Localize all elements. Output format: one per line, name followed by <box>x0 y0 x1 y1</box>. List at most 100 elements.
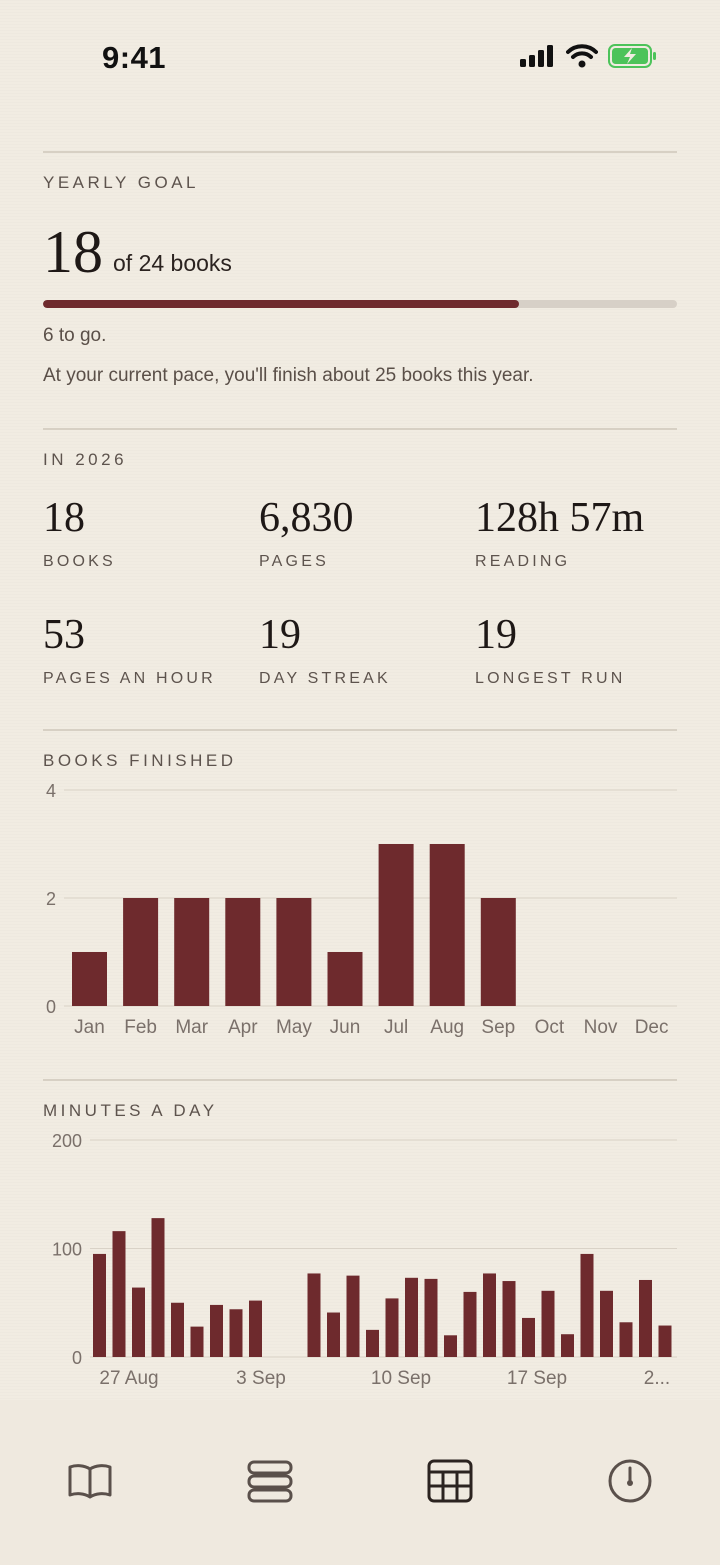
stat-label: PAGES <box>259 553 329 570</box>
tab-stats[interactable] <box>425 1458 475 1509</box>
stat-value: 6,830 <box>259 495 354 541</box>
bar <box>225 898 261 1006</box>
tab-library[interactable] <box>65 1460 115 1506</box>
y-tick-label: 0 <box>46 997 56 1017</box>
stat-label: PAGES AN HOUR <box>43 670 216 687</box>
bar <box>327 1312 340 1357</box>
x-tick-label: Jul <box>384 1017 408 1038</box>
bar <box>600 1290 613 1357</box>
book-icon <box>66 1461 114 1506</box>
bar <box>483 1273 496 1357</box>
yearly-goal-label: YEARLY GOAL <box>43 173 199 192</box>
stat-pages: 6,830 PAGES <box>259 497 354 571</box>
bar <box>541 1290 555 1357</box>
tab-timer[interactable] <box>605 1458 655 1509</box>
y-tick-label: 2 <box>46 889 56 909</box>
bar <box>378 844 414 1006</box>
grid-icon <box>426 1458 474 1509</box>
x-tick-label: Mar <box>175 1017 208 1038</box>
bar <box>307 1273 321 1357</box>
tab-bar <box>0 1400 720 1565</box>
bar <box>276 898 312 1006</box>
bar <box>639 1279 652 1357</box>
books-finished-label: BOOKS FINISHED <box>43 751 237 770</box>
bar <box>385 1298 399 1357</box>
stats-year-label: IN 2026 <box>43 450 128 469</box>
bar <box>346 1275 360 1357</box>
minutes-a-day-chart: 0 100 200 27 Aug 3 Sep 10 Sep 17 Sep 2... <box>52 1131 677 1389</box>
x-tick-label: May <box>276 1017 312 1038</box>
bar <box>480 898 516 1006</box>
bar <box>405 1277 418 1357</box>
bar <box>658 1325 672 1357</box>
stat-books: 18 BOOKS <box>43 497 116 571</box>
bar <box>580 1253 594 1357</box>
bar <box>123 898 159 1006</box>
progress-fill <box>43 300 519 308</box>
x-tick-label: 17 Sep <box>507 1368 567 1389</box>
status-bar: 9:41 <box>0 0 720 110</box>
stat-label: BOOKS <box>43 553 116 570</box>
divider <box>43 729 677 731</box>
yearly-goal-progress-bar <box>43 300 677 308</box>
bar <box>210 1304 223 1357</box>
wifi-icon <box>566 44 598 73</box>
x-tick-label: Oct <box>535 1017 565 1038</box>
bar <box>424 1278 438 1357</box>
yearly-goal-target: of 24 books <box>113 250 232 276</box>
battery-charging-icon <box>608 44 658 73</box>
stat-label: LONGEST RUN <box>475 670 626 687</box>
timer-icon <box>606 1458 654 1509</box>
x-tick-label: Feb <box>124 1017 157 1038</box>
bar <box>93 1253 106 1357</box>
cellular-signal-icon <box>520 45 556 72</box>
goal-remaining: 6 to go. <box>43 325 107 346</box>
bar <box>190 1326 204 1357</box>
bar <box>366 1329 379 1357</box>
divider <box>43 151 677 153</box>
y-tick-label: 0 <box>72 1348 82 1368</box>
bar <box>72 952 107 1006</box>
x-tick-label: Jan <box>74 1017 105 1038</box>
stat-longest-run: 19 LONGEST RUN <box>475 614 625 688</box>
bar <box>561 1334 574 1357</box>
stat-value: 19 <box>475 612 517 658</box>
x-tick-label: Nov <box>584 1017 618 1038</box>
x-tick-label: 3 Sep <box>236 1368 286 1389</box>
stat-day-streak: 19 DAY STREAK <box>259 614 391 688</box>
divider <box>43 1079 677 1081</box>
bar <box>444 1335 457 1357</box>
x-tick-label: 2... <box>644 1368 670 1389</box>
bar <box>229 1309 243 1357</box>
bar <box>429 844 465 1006</box>
stat-label: READING <box>475 553 571 570</box>
x-tick-label: Sep <box>481 1017 515 1038</box>
x-tick-label: Jun <box>330 1017 361 1038</box>
y-tick-label: 200 <box>52 1131 82 1151</box>
tab-shelves[interactable] <box>245 1460 295 1506</box>
y-tick-label: 100 <box>52 1240 82 1260</box>
yearly-goal-count: 18 <box>43 219 103 285</box>
stat-pages-an-hour: 53 PAGES AN HOUR <box>43 614 216 688</box>
stack-icon <box>246 1459 294 1508</box>
minutes-a-day-label: MINUTES A DAY <box>43 1101 218 1120</box>
status-time: 9:41 <box>102 40 167 75</box>
x-tick-label: Aug <box>430 1017 464 1038</box>
bar <box>522 1317 535 1357</box>
stat-value: 128h 57m <box>475 495 645 541</box>
bar <box>327 952 363 1006</box>
books-finished-chart: 0 2 4 Jan Feb Mar Apr May Jun Jul Aug Sep Oct Nov Dec <box>46 781 677 1038</box>
goal-pace: At your current pace, you'll finish abou… <box>43 365 534 386</box>
stat-label: DAY STREAK <box>259 670 391 687</box>
bar <box>171 1302 184 1357</box>
y-tick-label: 4 <box>46 781 56 801</box>
bar <box>502 1281 516 1357</box>
bar <box>132 1287 145 1357</box>
stat-value: 53 <box>43 612 85 658</box>
divider <box>43 428 677 430</box>
stat-value: 18 <box>43 495 85 541</box>
status-icons <box>520 44 658 73</box>
stat-reading-time: 128h 57m READING <box>475 497 644 571</box>
x-tick-label: Apr <box>228 1017 258 1038</box>
x-tick-label: 27 Aug <box>99 1368 158 1389</box>
